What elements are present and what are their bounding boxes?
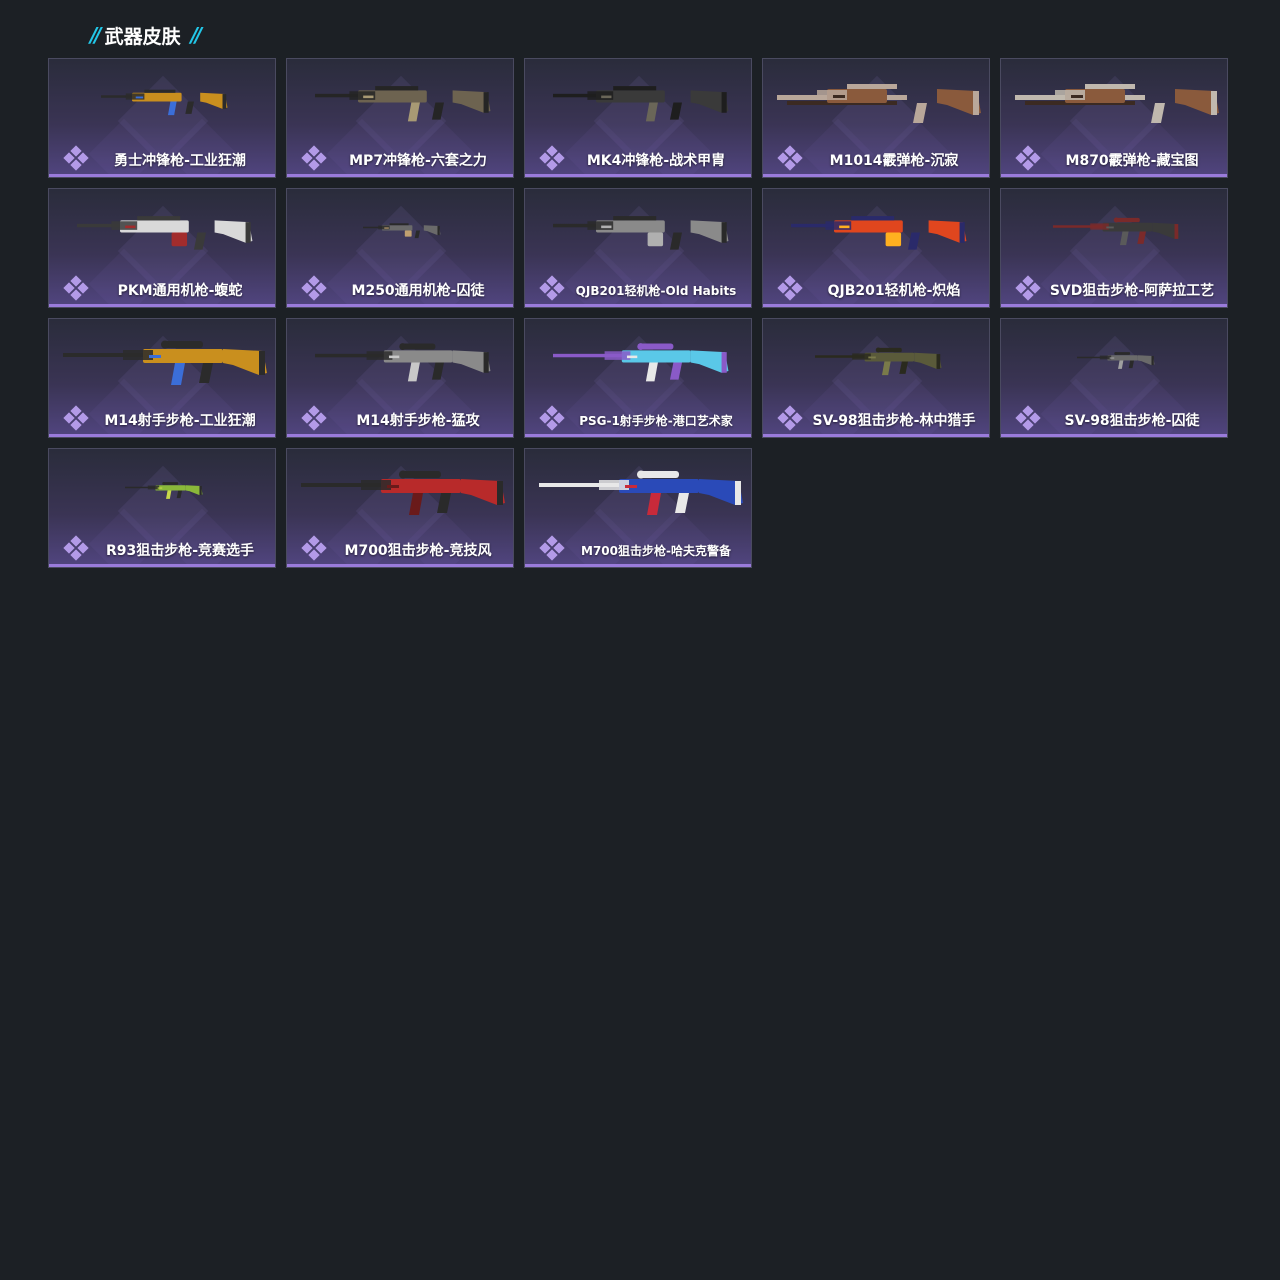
skin-name: R93狙击步枪-竞赛选手 xyxy=(105,543,255,559)
rarity-diamond-icon xyxy=(301,145,327,171)
skin-card[interactable]: M1014霰弹枪-沉寂 xyxy=(762,58,990,178)
rarity-diamond-icon xyxy=(539,145,565,171)
machine-gun-icon xyxy=(363,223,441,239)
skin-card[interactable]: MP7冲锋枪-六套之力 xyxy=(286,58,514,178)
double-slash-icon: // xyxy=(190,23,202,47)
light-machine-gun-icon xyxy=(553,216,729,250)
rarity-diamond-icon xyxy=(1015,275,1041,301)
rarity-diamond-icon xyxy=(539,275,565,301)
sniper-rifle-icon xyxy=(1077,351,1155,369)
section-header: // 武器皮肤 // xyxy=(90,22,202,48)
sniper-rifle-icon xyxy=(815,347,942,376)
skin-name: 勇士冲锋枪-工业狂潮 xyxy=(114,153,246,169)
skin-card[interactable]: M14射手步枪-猛攻 xyxy=(286,318,514,438)
skin-card[interactable]: MK4冲锋枪-战术甲胄 xyxy=(524,58,752,178)
skin-card[interactable]: PSG-1射手步枪-港口艺术家 xyxy=(524,318,752,438)
rarity-diamond-icon xyxy=(301,405,327,431)
machine-gun-icon xyxy=(77,216,253,250)
skin-card[interactable]: QJB201轻机枪-炽焰 xyxy=(762,188,990,308)
rarity-diamond-icon xyxy=(301,275,327,301)
skin-card[interactable]: SVD狙击步枪-阿萨拉工艺 xyxy=(1000,188,1228,308)
skin-name: M14射手步枪-猛攻 xyxy=(356,413,480,429)
rarity-diamond-icon xyxy=(777,405,803,431)
rarity-diamond-icon xyxy=(777,145,803,171)
rarity-diamond-icon xyxy=(63,405,89,431)
rarity-diamond-icon xyxy=(63,535,89,561)
rarity-diamond-icon xyxy=(63,145,89,171)
skin-name: M870霰弹枪-藏宝图 xyxy=(1065,153,1199,169)
skin-name: MP7冲锋枪-六套之力 xyxy=(349,153,487,169)
skin-card[interactable]: 勇士冲锋枪-工业狂潮 xyxy=(48,58,276,178)
skin-card[interactable]: M250通用机枪-囚徒 xyxy=(286,188,514,308)
sniper-rifle-icon xyxy=(1053,217,1180,246)
sniper-rifle-icon xyxy=(125,481,203,499)
rarity-diamond-icon xyxy=(1015,145,1041,171)
rarity-diamond-icon xyxy=(777,275,803,301)
rarity-diamond-icon xyxy=(301,535,327,561)
skin-card[interactable]: M870霰弹枪-藏宝图 xyxy=(1000,58,1228,178)
skin-name: M14射手步枪-工业狂潮 xyxy=(104,413,256,429)
smg-icon xyxy=(315,86,491,122)
rarity-diamond-icon xyxy=(1015,405,1041,431)
skin-card[interactable]: PKM通用机枪-蝮蛇 xyxy=(48,188,276,308)
double-slash-icon: // xyxy=(90,23,101,47)
skin-name: M700狙击步枪-竞技风 xyxy=(344,543,492,559)
skin-name: SVD狙击步枪-阿萨拉工艺 xyxy=(1049,283,1215,299)
section-title: 武器皮肤 xyxy=(104,25,181,48)
skin-name: QJB201轻机枪-Old Habits xyxy=(575,284,737,298)
skin-name: SV-98狙击步枪-林中猎手 xyxy=(812,413,976,429)
smg-rifle-icon xyxy=(101,89,228,116)
skin-name: M1014霰弹枪-沉寂 xyxy=(829,153,959,169)
skin-card[interactable]: SV-98狙击步枪-林中猎手 xyxy=(762,318,990,438)
skin-card[interactable]: M700狙击步枪-竞技风 xyxy=(286,448,514,568)
skin-name: M700狙击步枪-哈夫克警备 xyxy=(581,544,731,558)
skin-name: SV-98狙击步枪-囚徒 xyxy=(1064,413,1200,429)
skin-name: M250通用机枪-囚徒 xyxy=(351,283,485,299)
shotgun-icon xyxy=(777,84,981,123)
skin-card[interactable]: QJB201轻机枪-Old Habits xyxy=(524,188,752,308)
skin-name: QJB201轻机枪-炽焰 xyxy=(827,283,961,299)
skin-card[interactable]: M14射手步枪-工业狂潮 xyxy=(48,318,276,438)
light-machine-gun-icon xyxy=(791,216,967,250)
skin-card[interactable]: SV-98狙击步枪-囚徒 xyxy=(1000,318,1228,438)
skin-card[interactable]: R93狙击步枪-竞赛选手 xyxy=(48,448,276,568)
rarity-diamond-icon xyxy=(539,535,565,561)
marksman-rifle-icon xyxy=(315,343,491,382)
sniper-rifle-icon xyxy=(539,470,743,515)
skin-name: PKM通用机枪-蝮蛇 xyxy=(117,283,243,299)
skin-card[interactable]: M700狙击步枪-哈夫克警备 xyxy=(524,448,752,568)
assault-rifle-icon xyxy=(553,86,729,122)
sniper-rifle-icon xyxy=(301,470,505,515)
skin-grid: 勇士冲锋枪-工业狂潮 MP7冲锋枪-六套之力 MK4冲锋枪-战术甲胄 M1014霰弹枪… xyxy=(48,58,1228,568)
rarity-diamond-icon xyxy=(539,405,565,431)
skin-name: PSG-1射手步枪-港口艺术家 xyxy=(579,414,733,428)
skin-name: MK4冲锋枪-战术甲胄 xyxy=(586,153,726,169)
marksman-rifle-icon xyxy=(553,343,729,382)
shotgun-icon xyxy=(1015,84,1219,123)
rarity-diamond-icon xyxy=(63,275,89,301)
marksman-rifle-icon xyxy=(63,340,267,385)
